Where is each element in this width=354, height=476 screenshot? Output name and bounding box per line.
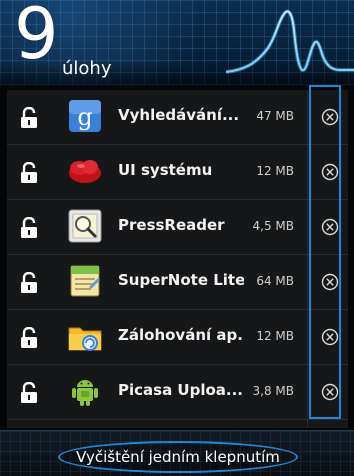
svg-text:g: g — [77, 103, 92, 131]
unlock-icon[interactable] — [19, 382, 39, 404]
task-count-label: úlohy — [62, 58, 112, 79]
unlock-icon[interactable] — [19, 162, 39, 184]
task-memory-size: 3,8 MB — [252, 384, 294, 398]
android-icon — [72, 380, 98, 406]
activity-wave-graphic — [226, 9, 354, 74]
task-name: SuperNote Lite — [118, 271, 244, 289]
clear-all-button[interactable]: Vyčištění jedním klepnutím — [58, 441, 298, 473]
task-memory-size: 47 MB — [256, 109, 294, 123]
task-row[interactable]: SuperNote Lite 64 MB — [7, 255, 348, 310]
red-cloud-icon — [69, 160, 101, 183]
task-row[interactable]: PressReader 4,5 MB — [7, 200, 348, 255]
task-memory-size: 12 MB — [256, 164, 294, 178]
task-name: PressReader — [118, 216, 225, 234]
pressreader-icon — [68, 209, 102, 243]
running-tasks-list: g Vyhledávání... 47 MB UI systému 12 MB … — [7, 90, 348, 428]
task-name: Zálohování ap... — [118, 326, 244, 344]
unlock-icon[interactable] — [19, 272, 39, 294]
task-manager-screen: 9 úlohy g Vyhledávání... 47 MB UI systém… — [0, 0, 354, 476]
task-row[interactable]: g Vyhledávání... 47 MB — [7, 90, 348, 145]
task-row[interactable]: Picasa Uploa... 3,8 MB — [7, 365, 348, 420]
bottom-bar: Vyčištění jedním klepnutím — [0, 430, 354, 476]
column-separator — [307, 90, 308, 428]
task-row[interactable]: Zálohování ap... 12 MB — [7, 310, 348, 365]
close-column-highlight — [309, 85, 341, 419]
task-count-header: 9 úlohy — [0, 0, 354, 86]
task-memory-size: 4,5 MB — [252, 219, 294, 233]
google-search-icon: g — [69, 100, 101, 132]
backup-folder-icon — [68, 327, 102, 351]
task-row[interactable]: UI systému 12 MB — [7, 145, 348, 200]
task-memory-size: 12 MB — [256, 329, 294, 343]
supernote-icon — [70, 265, 100, 297]
unlock-icon[interactable] — [19, 107, 39, 129]
unlock-icon[interactable] — [19, 217, 39, 239]
task-name: UI systému — [118, 161, 213, 179]
task-count-number: 9 — [14, 0, 59, 75]
task-name: Picasa Uploa... — [118, 381, 244, 399]
task-name: Vyhledávání... — [118, 106, 240, 124]
task-memory-size: 64 MB — [256, 274, 294, 288]
unlock-icon[interactable] — [19, 327, 39, 349]
